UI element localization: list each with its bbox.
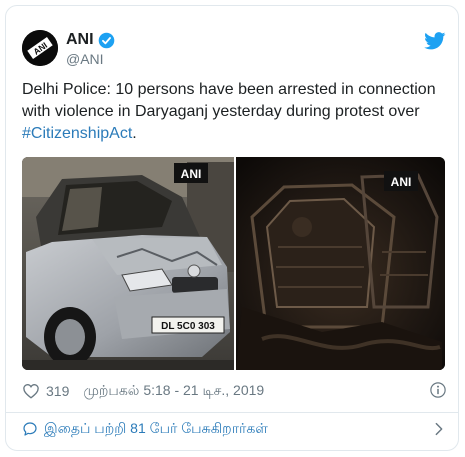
like-count[interactable]: 319 — [46, 383, 69, 399]
ani-logo-icon: ANI — [22, 30, 58, 66]
heart-icon[interactable] — [22, 382, 40, 400]
ani-watermark-left: ANI — [181, 167, 202, 181]
car-photo: DL 5C0 303 ANI — [22, 157, 234, 370]
tweet-card[interactable]: ANI ANI @ANI Delhi Police: 10 persons ha… — [5, 5, 459, 451]
ani-watermark-right: ANI — [391, 175, 412, 189]
hashtag-link[interactable]: #CitizenshipAct — [22, 125, 132, 142]
tweet-text: Delhi Police: 10 persons have been arres… — [22, 79, 452, 145]
conversation-link[interactable]: இதைப் பற்றி 81 பேர் பேசுகிறார்கள் — [22, 418, 447, 440]
tweet-timestamp[interactable]: முற்பகல் 5:18 - 21 டிச., 2019 — [83, 382, 264, 401]
tweet-meta-row: 319 முற்பகல் 5:18 - 21 டிச., 2019 — [22, 381, 447, 401]
tweet-body-text: Delhi Police: 10 persons have been arres… — [22, 81, 436, 120]
author-name-row[interactable]: ANI — [66, 31, 115, 49]
avatar[interactable]: ANI — [22, 30, 58, 66]
info-icon[interactable] — [429, 381, 447, 399]
chevron-right-icon[interactable] — [431, 421, 447, 437]
number-plate: DL 5C0 303 — [161, 321, 215, 332]
verified-badge-icon — [98, 32, 114, 48]
tweet-body-end: . — [132, 125, 137, 142]
display-name[interactable]: ANI — [66, 31, 94, 49]
burnt-interior-photo: ANI — [236, 157, 445, 370]
divider — [6, 412, 458, 413]
tweet-media[interactable]: DL 5C0 303 ANI ANI — [22, 157, 445, 370]
twitter-bird-icon[interactable] — [424, 32, 446, 50]
author-handle[interactable]: @ANI — [66, 51, 104, 67]
reply-bubble-icon — [23, 422, 37, 436]
conversation-label[interactable]: இதைப் பற்றி 81 பேர் பேசுகிறார்கள் — [44, 420, 268, 439]
